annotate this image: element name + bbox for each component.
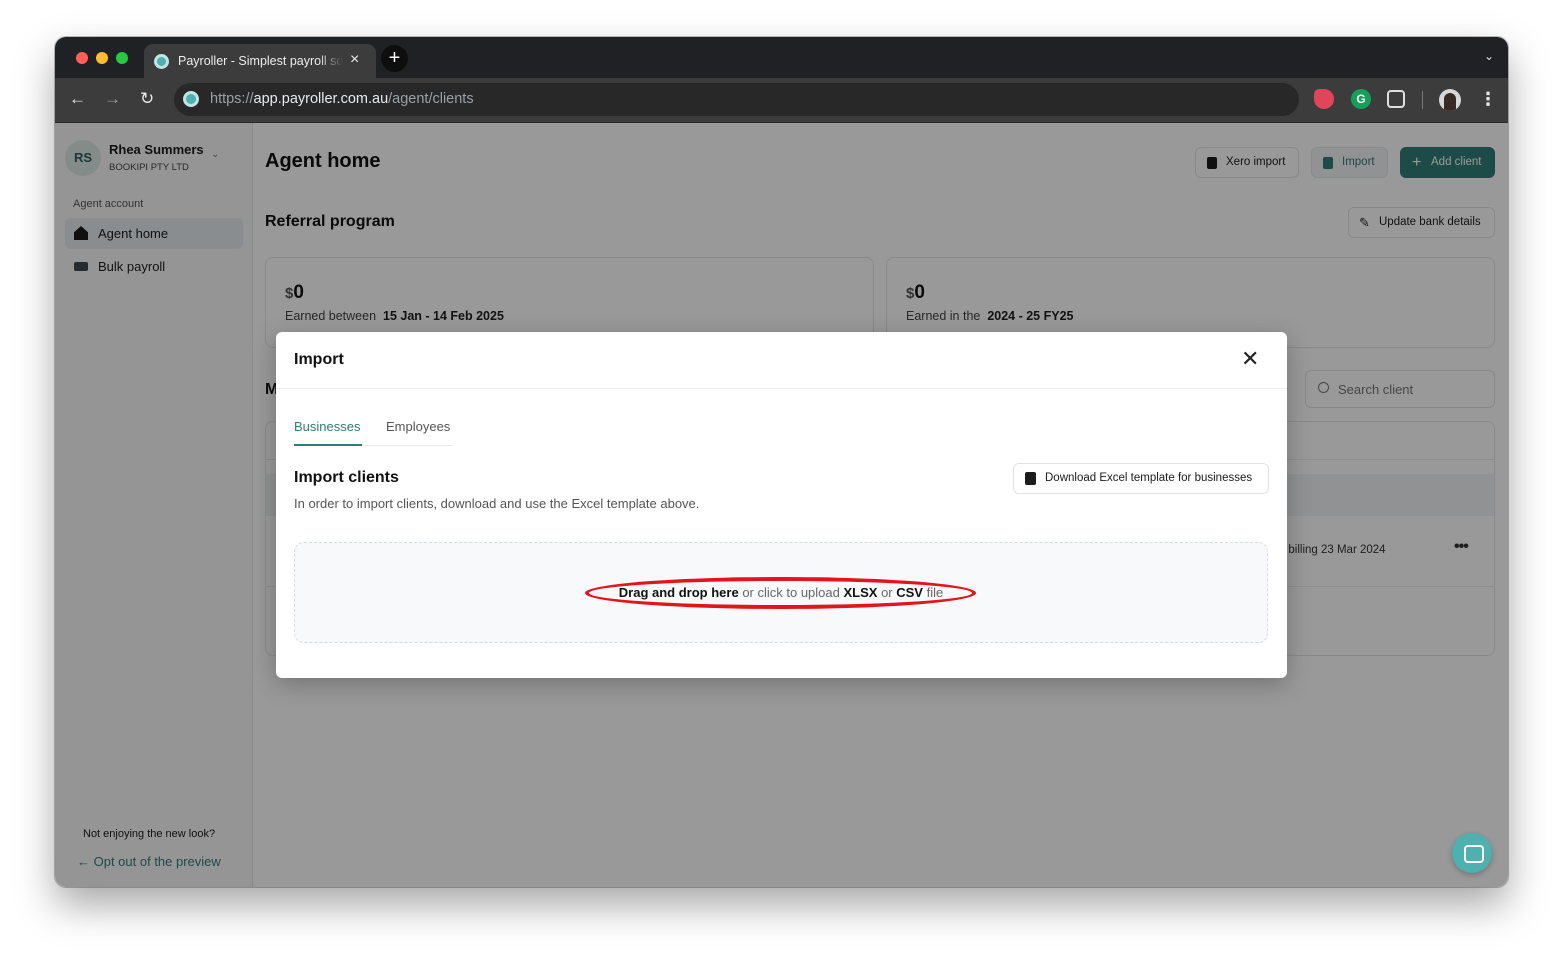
- app-page: RS Rhea Summers BOOKIPI PTY LTD ⌄ Agent …: [55, 123, 1508, 887]
- dropzone-text: Drag and drop here or click to upload XL…: [618, 585, 944, 600]
- browser-window: Payroller - Simplest payroll software × …: [55, 37, 1508, 887]
- forward-arrow-icon[interactable]: →: [104, 89, 121, 109]
- tab-search-chevron-icon[interactable]: ⌄: [1484, 49, 1494, 63]
- back-arrow-icon[interactable]: ←: [69, 89, 86, 109]
- modal-divider: [276, 388, 1287, 389]
- maximize-window-button[interactable]: [116, 52, 128, 64]
- browser-tab[interactable]: Payroller - Simplest payroll software ×: [144, 44, 376, 78]
- file-download-icon: [1025, 472, 1036, 485]
- minimize-window-button[interactable]: [96, 52, 108, 64]
- active-tab-indicator: [294, 444, 362, 446]
- site-info-icon[interactable]: [183, 91, 199, 107]
- address-bar[interactable]: https://app.payroller.com.au/agent/clien…: [174, 83, 1299, 116]
- download-template-button[interactable]: Download Excel template for businesses: [1013, 463, 1269, 494]
- tab-employees[interactable]: Employees: [386, 419, 450, 434]
- tab-businesses[interactable]: Businesses: [294, 419, 360, 434]
- grammarly-extension-icon[interactable]: G: [1351, 89, 1371, 109]
- browser-titlebar: Payroller - Simplest payroll software × …: [55, 37, 1508, 78]
- import-clients-heading: Import clients: [294, 469, 399, 486]
- chat-support-icon[interactable]: [1452, 833, 1492, 873]
- extensions-puzzle-icon[interactable]: [1387, 90, 1405, 108]
- close-icon[interactable]: ✕: [1241, 348, 1259, 370]
- reload-icon[interactable]: ↻: [140, 89, 154, 109]
- file-dropzone[interactable]: Drag and drop here or click to upload XL…: [294, 542, 1268, 643]
- tab-close-icon[interactable]: ×: [350, 52, 359, 68]
- close-window-button[interactable]: [76, 52, 88, 64]
- import-clients-description: In order to import clients, download and…: [294, 496, 700, 511]
- payroller-favicon-icon: [154, 54, 169, 69]
- tab-title: Payroller - Simplest payroll software: [178, 54, 343, 68]
- browser-menu-icon[interactable]: ⋮: [1479, 87, 1497, 111]
- browser-toolbar: ← → ↻ https://app.payroller.com.au/agent…: [55, 78, 1508, 123]
- extension-bell-icon[interactable]: [1314, 89, 1334, 109]
- new-tab-button[interactable]: +: [381, 45, 408, 72]
- profile-avatar[interactable]: [1439, 89, 1461, 111]
- url-text: https://app.payroller.com.au/agent/clien…: [210, 91, 474, 107]
- modal-title: Import: [294, 351, 344, 368]
- toolbar-divider: [1422, 91, 1423, 109]
- import-modal: Import ✕ Businesses Employees Import cli…: [276, 332, 1287, 678]
